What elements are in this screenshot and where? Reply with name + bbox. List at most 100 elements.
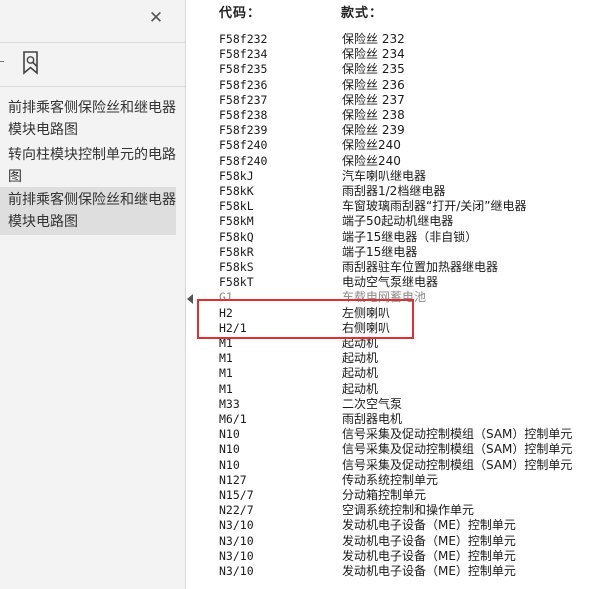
table-row: N10 信号采集及促动控制模组（SAM）控制单元 <box>203 458 598 473</box>
part-name: 二次空气泵 <box>342 396 403 411</box>
part-code: F58f234 <box>219 47 268 62</box>
part-name: 传动系统控制单元 <box>342 472 439 487</box>
table-row: F58f234 保险丝 234 <box>203 47 598 62</box>
part-name: 发动机电子设备（ME）控制单元 <box>342 548 516 563</box>
part-name: 左侧喇叭 <box>342 305 391 320</box>
part-code: N10 <box>219 427 240 442</box>
table-row: M1 起动机 <box>203 366 598 381</box>
part-code: F58f236 <box>219 77 268 92</box>
part-code: N10 <box>219 442 240 457</box>
table-row: N3/10 发动机电子设备（ME）控制单元 <box>203 564 598 579</box>
part-code: F58kQ <box>219 229 254 244</box>
part-name: 保险丝 235 <box>342 62 405 77</box>
table-row: H2/1 右侧喇叭 <box>203 321 598 336</box>
table-row: M6/1 雨刮器电机 <box>203 412 598 427</box>
part-name: 汽车喇叭继电器 <box>342 168 427 183</box>
part-name: 保险丝 238 <box>342 108 405 122</box>
part-code: N22/7 <box>219 503 254 518</box>
table-row: F58f240 保险丝240 <box>203 138 598 153</box>
close-sidebar-button[interactable]: ✕ <box>146 8 166 28</box>
part-name: 车窗玻璃雨刮器“打开/关闭”继电器 <box>342 199 527 214</box>
part-code: F58f235 <box>219 62 268 77</box>
part-code: F58kT <box>219 275 254 290</box>
toolbar-divider-bottom <box>0 86 185 87</box>
table-row: F58f232 保险丝 232 <box>203 32 598 47</box>
part-name: 端子50起动机继电器 <box>342 214 454 229</box>
part-code: H2 <box>219 305 233 320</box>
part-name: 保险丝240 <box>342 153 401 168</box>
part-name: 保险丝 232 <box>342 32 405 46</box>
bookmark-item[interactable]: 前排乘客侧保险丝和继电器模块电路图 <box>0 95 176 143</box>
table-row: F58kL 车窗玻璃雨刮器“打开/关闭”继电器 <box>203 199 598 214</box>
table-row: F58kQ 端子15继电器（非自锁） <box>203 230 598 245</box>
bookmarks-sidebar: ✕ 前排乘客侧保险丝和继电器模块电路图 转向柱模块控制单元的电路图 前排乘客侧保险丝… <box>0 0 186 589</box>
document-page: 代码： 款式： F58f232 保险丝 232 F58f234 保险丝 234 F58f… <box>203 0 598 589</box>
toolbar-edge-tick <box>0 61 4 62</box>
table-row: N22/7 空调系统控制和操作单元 <box>203 503 598 518</box>
part-name: 信号采集及促动控制模组（SAM）控制单元 <box>342 442 573 457</box>
part-name: 右侧喇叭 <box>342 320 391 335</box>
table-row: F58kM 端子50起动机继电器 <box>203 214 598 229</box>
part-code: F58kS <box>219 260 254 274</box>
part-name: 发动机电子设备（ME）控制单元 <box>342 533 516 548</box>
part-code: F58f238 <box>219 108 268 122</box>
part-name: 起动机 <box>342 366 379 381</box>
collapse-arrow-icon[interactable] <box>187 294 193 304</box>
bookmark-search-button[interactable] <box>20 50 44 76</box>
table-row: F58f239 保险丝 239 <box>203 123 598 138</box>
part-code: F58f239 <box>219 123 268 138</box>
part-code: F58kL <box>219 199 254 214</box>
part-name: 分动箱控制单元 <box>342 488 427 502</box>
part-name: 雨刮器驻车位置加热器继电器 <box>342 260 499 274</box>
table-row: N15/7 分动箱控制单元 <box>203 488 598 503</box>
part-name: 电动空气泵继电器 <box>342 275 439 290</box>
part-code: N15/7 <box>219 488 254 502</box>
table-row: N3/10 发动机电子设备（ME）控制单元 <box>203 518 598 533</box>
table-row: N127 传动系统控制单元 <box>203 473 598 488</box>
part-name: 起动机 <box>342 336 379 350</box>
table-row: N3/10 发动机电子设备（ME）控制单元 <box>203 549 598 564</box>
table-row: F58f235 保险丝 235 <box>203 62 598 77</box>
part-code: F58kR <box>219 244 254 259</box>
part-name: 雨刮器电机 <box>342 412 403 426</box>
part-name: 保险丝 236 <box>342 77 405 92</box>
table-row: H2 左侧喇叭 <box>203 306 598 321</box>
part-name: 端子15继电器 <box>342 244 418 259</box>
part-name: 起动机 <box>342 381 379 396</box>
column-header-code: 代码： <box>219 6 262 21</box>
close-icon: ✕ <box>148 8 164 28</box>
part-name: 保险丝 239 <box>342 123 405 138</box>
table-row: N10 信号采集及促动控制模组（SAM）控制单元 <box>203 427 598 442</box>
part-code: N3/10 <box>219 533 254 548</box>
table-row: F58f237 保险丝 237 <box>203 93 598 108</box>
part-name: 信号采集及促动控制模组（SAM）控制单元 <box>342 457 573 472</box>
part-code: F58kK <box>219 184 254 198</box>
table-row: F58f240 保险丝240 <box>203 154 598 169</box>
part-code: M1 <box>219 366 233 381</box>
part-code: M1 <box>219 351 233 366</box>
table-row: F58kT 电动空气泵继电器 <box>203 275 598 290</box>
part-code: M33 <box>219 396 240 411</box>
bookmark-item[interactable]: 前排乘客侧保险丝和继电器模块电路图 <box>0 187 176 235</box>
part-code: G1 <box>219 290 233 305</box>
part-code: F58f237 <box>219 92 268 107</box>
part-name: 发动机电子设备（ME）控制单元 <box>342 564 516 578</box>
part-code: F58f240 <box>219 153 268 168</box>
table-row: M1 起动机 <box>203 382 598 397</box>
part-name: 保险丝 237 <box>342 92 405 107</box>
part-code: N127 <box>219 472 247 487</box>
part-name: 端子15继电器（非自锁） <box>342 229 478 244</box>
table-row: F58f236 保险丝 236 <box>203 78 598 93</box>
table-row: N3/10 发动机电子设备（ME）控制单元 <box>203 534 598 549</box>
part-name: 发动机电子设备（ME）控制单元 <box>342 518 516 533</box>
table-row: F58f238 保险丝 238 <box>203 108 598 123</box>
part-name: 空调系统控制和操作单元 <box>342 503 475 518</box>
part-code: M1 <box>219 381 233 396</box>
table-row: F58kR 端子15继电器 <box>203 245 598 260</box>
part-code: M1 <box>219 336 233 350</box>
column-header-name: 款式： <box>341 6 384 21</box>
table-row: M33 二次空气泵 <box>203 397 598 412</box>
part-code: M6/1 <box>219 412 247 426</box>
bookmark-item[interactable]: 转向柱模块控制单元的电路图 <box>0 142 176 190</box>
part-code: N10 <box>219 457 240 472</box>
